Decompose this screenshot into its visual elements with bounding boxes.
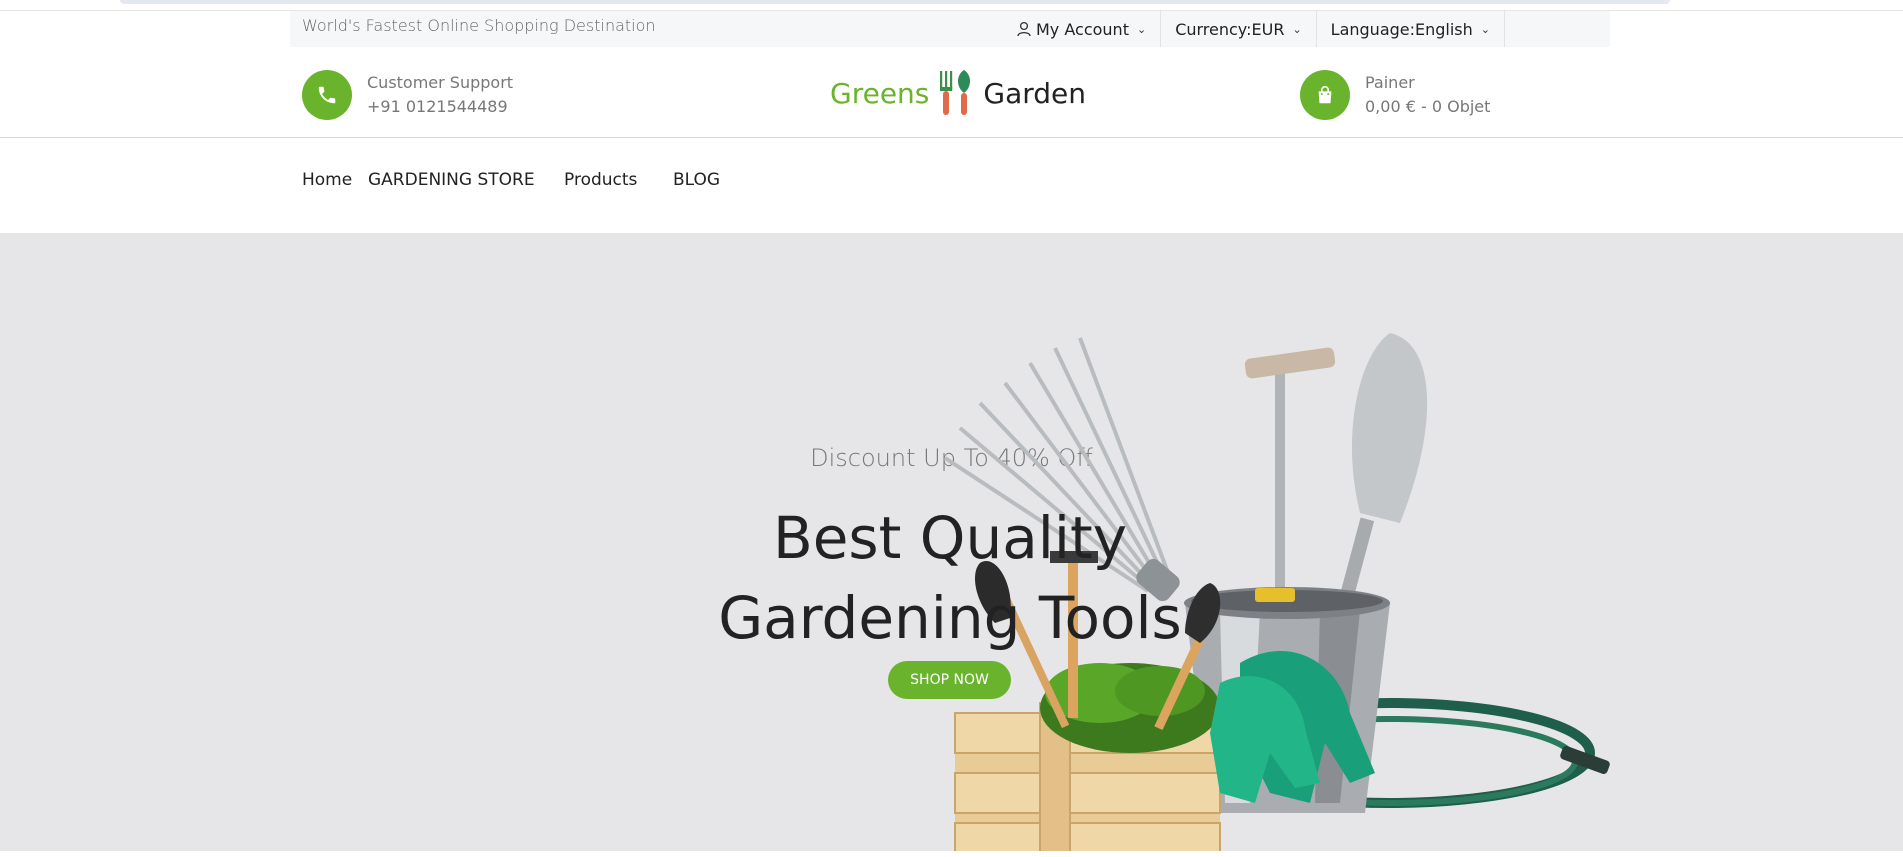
phone-icon [302, 70, 352, 120]
hero-title-line-2: Gardening Tools [718, 584, 1182, 652]
site-header: Customer Support +91 0121544489 Greens G… [0, 47, 1903, 137]
chevron-down-icon: ⌄ [1136, 22, 1147, 36]
site-logo[interactable]: Greens Garden [830, 69, 1086, 117]
top-bar: World's Fastest Online Shopping Destinat… [290, 11, 1610, 47]
customer-support: Customer Support +91 0121544489 [302, 70, 513, 120]
nav-home[interactable]: Home [302, 170, 352, 190]
nav-divider [0, 137, 1903, 138]
tagline: World's Fastest Online Shopping Destinat… [302, 16, 656, 35]
browser-chrome-strip [120, 0, 1670, 4]
nav-gardening-store[interactable]: GARDENING STORE [368, 170, 535, 190]
currency-dropdown[interactable]: Currency:EUR ⌄ [1160, 11, 1315, 47]
bottom-edge [0, 851, 1903, 857]
logo-tools-icon [935, 69, 977, 117]
language-label: Language:English [1330, 19, 1473, 39]
support-title: Customer Support [367, 73, 514, 92]
cart[interactable]: Painer 0,00 € - 0 Objet [1300, 70, 1490, 120]
support-phone[interactable]: +91 0121544489 [367, 95, 513, 119]
currency-label: Currency:EUR [1175, 19, 1285, 39]
chevron-down-icon: ⌄ [1480, 22, 1490, 36]
my-account-label: My Account [1036, 19, 1129, 39]
cart-summary: 0,00 € - 0 Objet [1365, 97, 1491, 116]
top-menu: My Account ⌄ Currency:EUR ⌄ Language:Eng… [1002, 11, 1505, 47]
hero-banner: Discount Up To 40% Off Best Quality Gard… [0, 233, 1903, 851]
hero-title: Best Quality Gardening Tools [700, 498, 1200, 658]
hero-title-line-1: Best Quality [772, 504, 1128, 572]
logo-text-greens: Greens [830, 76, 930, 110]
nav-blog[interactable]: BLOG [673, 170, 720, 190]
cart-title: Painer [1365, 73, 1415, 92]
nav-products[interactable]: Products [564, 170, 637, 190]
user-icon [1016, 21, 1032, 37]
shop-now-button[interactable]: SHOP NOW [888, 661, 1011, 699]
shopping-bag-icon [1300, 70, 1350, 120]
chevron-down-icon: ⌄ [1292, 22, 1302, 36]
language-dropdown[interactable]: Language:English ⌄ [1315, 11, 1505, 47]
my-account-dropdown[interactable]: My Account ⌄ [1002, 11, 1160, 47]
logo-text-garden: Garden [983, 76, 1087, 110]
